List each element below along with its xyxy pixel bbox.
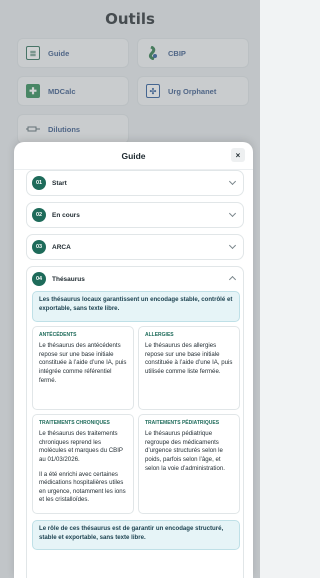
card-traitements-chroniques: TRAITEMENTS CHRONIQUES Le thésaurus des …: [32, 414, 134, 514]
close-button[interactable]: ×: [231, 148, 245, 162]
card-text-secondary: Il a été enrichi avec certaines médicati…: [39, 470, 126, 504]
guide-modal: Guide × 01 Start 02 En cours 03 ARCA 04 …: [14, 142, 253, 578]
card-heading: ALLERGIES: [145, 332, 174, 338]
section-label: ARCA: [52, 243, 71, 251]
section-thesaurus: 04 Thésaurus Les thésaurus locaux garant…: [26, 266, 244, 578]
modal-header: Guide ×: [14, 142, 253, 170]
card-heading: TRAITEMENTS CHRONIQUES: [39, 420, 110, 426]
card-text: Le thésaurus des traitements chroniques …: [39, 430, 123, 463]
card-text: Le thésaurus pédiatrique regroupe des mé…: [145, 430, 225, 472]
section-number: 03: [32, 240, 46, 254]
chevron-down-icon: [228, 241, 237, 250]
section-header[interactable]: 03 ARCA: [27, 235, 243, 259]
section-header[interactable]: 01 Start: [27, 171, 243, 195]
section-label: Thésaurus: [52, 275, 85, 283]
modal-title: Guide: [121, 150, 146, 161]
chevron-down-icon: [228, 177, 237, 186]
section-start[interactable]: 01 Start: [26, 170, 244, 196]
section-label: En cours: [52, 211, 80, 219]
section-arca[interactable]: 03 ARCA: [26, 234, 244, 260]
section-header[interactable]: 04 Thésaurus: [27, 267, 243, 291]
card-antecedents: ANTÉCÉDENTS Le thésaurus des antécédents…: [32, 326, 134, 410]
card-text: Le thésaurus des allergies repose sur un…: [145, 342, 233, 375]
card-traitements-pediatriques: TRAITEMENTS PÉDIATRIQUES Le thésaurus pé…: [138, 414, 240, 514]
chevron-down-icon: [228, 209, 237, 218]
card-heading: ANTÉCÉDENTS: [39, 332, 77, 338]
card-text: Le thésaurus des antécédents repose sur …: [39, 342, 127, 384]
section-number: 04: [32, 272, 46, 286]
card-allergies: ALLERGIES Le thésaurus des allergies rep…: [138, 326, 240, 410]
thesaurus-footer-note: Le rôle de ces thésaurus est de garantir…: [32, 520, 240, 550]
chevron-up-icon: [228, 275, 237, 284]
section-header[interactable]: 02 En cours: [27, 203, 243, 227]
section-en-cours[interactable]: 02 En cours: [26, 202, 244, 228]
section-label: Start: [52, 179, 67, 187]
card-heading: TRAITEMENTS PÉDIATRIQUES: [145, 420, 220, 426]
section-number: 01: [32, 176, 46, 190]
section-number: 02: [32, 208, 46, 222]
thesaurus-intro: Les thésaurus locaux garantissent un enc…: [32, 291, 240, 322]
